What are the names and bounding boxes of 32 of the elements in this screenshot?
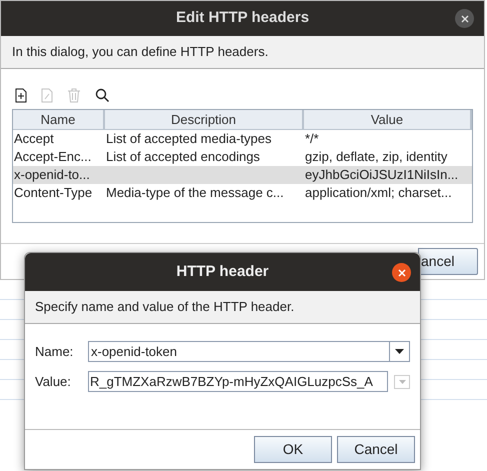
search-icon[interactable] xyxy=(95,88,110,103)
table-cell-text: List of accepted media-types xyxy=(105,130,272,148)
window-title: Edit HTTP headers xyxy=(176,8,310,28)
cancel-button[interactable]: ancel xyxy=(418,248,478,275)
dialog-description: In this dialog, you can define HTTP headers. xyxy=(12,43,268,62)
table-cell-text: Accept-Enc... xyxy=(13,148,92,166)
close-button[interactable] xyxy=(455,9,474,28)
name-label: Name: xyxy=(35,342,74,361)
table-cell-text: eyJhbGciOiJSUzI1NiIsIn... xyxy=(304,166,460,184)
name-field[interactable]: x-openid-token xyxy=(89,342,389,361)
table-row[interactable]: x-openid-to... eyJhbGciOiJSUzI1NiIsIn... xyxy=(13,166,472,184)
value-field[interactable]: R_gTMZXaRzwB7BZYp-mHyZxQAIGLuzpcSs_A xyxy=(88,371,388,392)
table-cell-text: Accept xyxy=(13,130,55,148)
table-cell-text: */* xyxy=(304,130,320,148)
caret-icon xyxy=(398,380,406,384)
name-combo-box[interactable]: x-openid-token xyxy=(88,341,410,362)
table-cell-text: List of accepted encodings xyxy=(105,148,261,166)
close-icon xyxy=(460,14,468,22)
dialog-description: Specify name and value of the HTTP header. xyxy=(35,298,294,316)
table-cell-text: Media-type of the message c... xyxy=(105,184,285,202)
cancel-button[interactable]: Cancel xyxy=(337,436,415,463)
value-label: Value: xyxy=(35,372,72,391)
window-title: HTTP header xyxy=(176,262,269,282)
close-button[interactable] xyxy=(392,263,411,282)
table-cell-text: gzip, deflate, zip, identity xyxy=(304,148,448,166)
caret-icon xyxy=(395,349,404,354)
table-cell-text: x-openid-to... xyxy=(13,166,91,184)
add-file-icon[interactable] xyxy=(15,88,27,103)
table-cell-text: application/xml; charset... xyxy=(304,184,453,202)
ok-button[interactable]: OK xyxy=(254,436,332,463)
close-icon xyxy=(398,268,406,276)
table-cell-text: Content-Type xyxy=(13,184,94,202)
